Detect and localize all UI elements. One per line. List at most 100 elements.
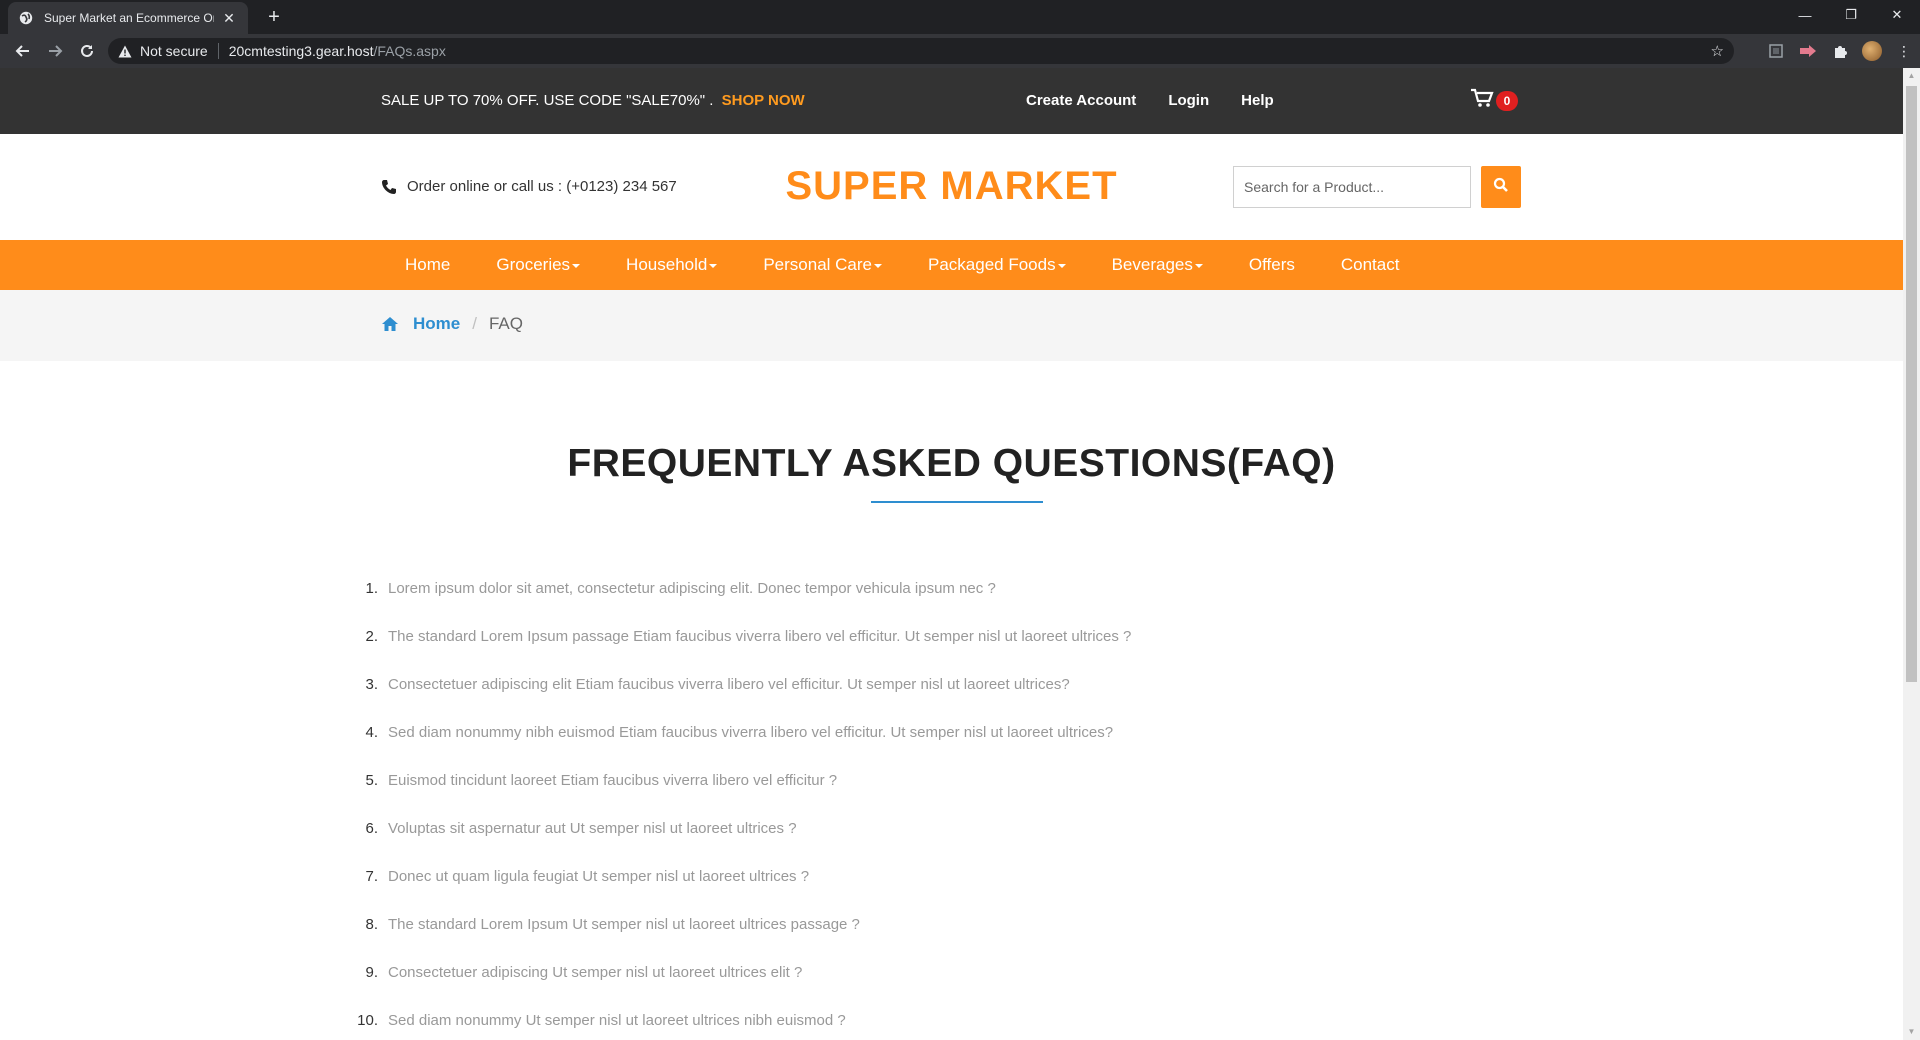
window-controls: — ❐ ✕	[1782, 0, 1920, 30]
extension-icon[interactable]	[1760, 37, 1792, 65]
faq-question[interactable]: Sed diam nonummy Ut semper nisl ut laore…	[388, 1012, 846, 1029]
faq-number: 6.	[365, 820, 378, 837]
puzzle-icon[interactable]	[1824, 37, 1856, 65]
back-arrow-icon[interactable]	[8, 37, 38, 65]
menu-label: Contact	[1340, 255, 1400, 274]
faq-question[interactable]: The standard Lorem Ipsum passage Etiam f…	[388, 628, 1131, 645]
account-links: Create Account Login Help	[1026, 92, 1274, 109]
faq-question[interactable]: Sed diam nonummy nibh euismod Etiam fauc…	[388, 724, 1113, 741]
faq-item[interactable]: 1. Lorem ipsum dolor sit amet, consectetu…	[352, 580, 1131, 628]
menu-item-contact[interactable]: Contact	[1318, 240, 1423, 290]
faq-number: 9.	[365, 964, 378, 981]
home-icon[interactable]	[381, 316, 399, 332]
faq-item[interactable]: 3. Consectetuer adipiscing elit Etiam fau…	[352, 676, 1131, 724]
faq-number: 3.	[365, 676, 378, 693]
close-window-icon[interactable]: ✕	[1874, 0, 1920, 30]
faq-question[interactable]: Euismod tincidunt laoreet Etiam faucibus…	[388, 772, 837, 789]
faq-item[interactable]: 2. The standard Lorem Ipsum passage Etiam…	[352, 628, 1131, 676]
minimize-icon[interactable]: —	[1782, 0, 1828, 30]
extension-arrow-icon[interactable]	[1792, 37, 1824, 65]
page-scrollbar[interactable]: ▲ ▼	[1903, 68, 1920, 1040]
faq-item[interactable]: 6. Voluptas sit aspernatur aut Ut semper …	[352, 820, 1131, 868]
faq-question[interactable]: Donec ut quam ligula feugiat Ut semper n…	[388, 868, 809, 885]
menu-item-household[interactable]: Household	[603, 240, 740, 290]
promo-text: SALE UP TO 70% OFF. USE CODE "SALE70%" .	[381, 92, 714, 109]
menu-label: Household	[626, 255, 708, 274]
new-tab-button[interactable]: +	[262, 6, 286, 30]
menu-label: Offers	[1248, 255, 1295, 274]
cart-icon	[1470, 88, 1494, 113]
breadcrumb: Home / FAQ	[381, 314, 523, 334]
faq-number: 4.	[365, 724, 378, 741]
scroll-up-arrow-icon[interactable]: ▲	[1903, 68, 1920, 84]
site-logo[interactable]: SUPER MARKET	[0, 164, 1903, 209]
caret-down-icon	[1194, 264, 1203, 268]
address-bar[interactable]: Not secure 20cmtesting3.gear.host/FAQs.a…	[108, 38, 1734, 64]
menu-item-beverages[interactable]: Beverages	[1089, 240, 1226, 290]
breadcrumb-separator: /	[472, 314, 477, 333]
omnibox-divider	[217, 43, 219, 59]
browser-tab-strip: Super Market an Ecommerce Onl ✕ + — ❐ ✕	[0, 0, 1920, 34]
search-icon	[1493, 177, 1509, 198]
close-tab-icon[interactable]: ✕	[220, 10, 238, 27]
create-account-link[interactable]: Create Account	[1026, 92, 1136, 109]
faq-number: 2.	[365, 628, 378, 645]
bookmark-star-icon[interactable]: ☆	[1711, 42, 1724, 60]
faq-item[interactable]: 4. Sed diam nonummy nibh euismod Etiam fa…	[352, 724, 1131, 772]
globe-icon	[18, 10, 34, 26]
caret-down-icon	[709, 264, 718, 268]
search-input[interactable]	[1233, 166, 1471, 208]
caret-down-icon	[1057, 264, 1066, 268]
caret-down-icon	[874, 264, 882, 268]
faq-item[interactable]: 5. Euismod tincidunt laoreet Etiam faucib…	[352, 772, 1131, 820]
menu-item-groceries[interactable]: Groceries	[473, 240, 603, 290]
shop-now-link[interactable]: SHOP NOW	[722, 92, 805, 109]
menu-label: Beverages	[1111, 255, 1193, 274]
page: SALE UP TO 70% OFF. USE CODE "SALE70%" .…	[0, 68, 1903, 1040]
menu-item-packaged-foods[interactable]: Packaged Foods	[905, 240, 1089, 290]
site-header: Order online or call us : (+0123) 234 56…	[0, 134, 1903, 240]
extensions-area: ⋮	[1760, 34, 1920, 68]
login-link[interactable]: Login	[1168, 92, 1209, 109]
breadcrumb-home-link[interactable]: Home	[413, 314, 460, 334]
profile-avatar[interactable]	[1862, 41, 1882, 61]
browser-tab[interactable]: Super Market an Ecommerce Onl ✕	[8, 2, 248, 34]
scroll-down-arrow-icon[interactable]: ▼	[1903, 1024, 1920, 1040]
faq-item[interactable]: 7. Donec ut quam ligula feugiat Ut semper…	[352, 868, 1131, 916]
faq-number: 1.	[365, 580, 378, 597]
faq-question[interactable]: Lorem ipsum dolor sit amet, consectetur …	[388, 580, 996, 597]
faq-question[interactable]: Voluptas sit aspernatur aut Ut semper ni…	[388, 820, 797, 837]
caret-down-icon	[572, 264, 581, 268]
scrollbar-thumb[interactable]	[1906, 86, 1917, 682]
more-menu-icon[interactable]: ⋮	[1888, 37, 1920, 65]
search-button[interactable]	[1481, 166, 1521, 208]
url-host: 20cmtesting3.gear.host	[228, 43, 374, 59]
forward-arrow-icon[interactable]	[40, 37, 70, 65]
faq-question[interactable]: The standard Lorem Ipsum Ut semper nisl …	[388, 916, 860, 933]
menu-label: Packaged Foods	[928, 255, 1056, 274]
warning-icon[interactable]	[118, 45, 134, 58]
faq-question[interactable]: Consectetuer adipiscing Ut semper nisl u…	[388, 964, 802, 981]
search-form	[1233, 166, 1521, 208]
promo-topbar: SALE UP TO 70% OFF. USE CODE "SALE70%" .…	[0, 68, 1903, 134]
cart-button[interactable]: 0	[1470, 88, 1518, 113]
menu-label: Home	[405, 255, 451, 274]
faq-item[interactable]: 8. The standard Lorem Ipsum Ut semper nis…	[352, 916, 1131, 964]
browser-toolbar: Not secure 20cmtesting3.gear.host/FAQs.a…	[0, 34, 1920, 68]
main-menu: Home Groceries Household Personal Care P…	[0, 240, 1903, 290]
menu-item-home[interactable]: Home	[382, 240, 473, 290]
title-underline	[871, 501, 1043, 503]
page-viewport: SALE UP TO 70% OFF. USE CODE "SALE70%" .…	[0, 68, 1920, 1040]
faq-item[interactable]: 9. Consectetuer adipiscing Ut semper nisl…	[352, 964, 1131, 1012]
faq-question[interactable]: Consectetuer adipiscing elit Etiam fauci…	[388, 676, 1070, 693]
breadcrumb-current: FAQ	[488, 314, 523, 333]
menu-label: Personal Care	[763, 255, 872, 274]
reload-icon[interactable]	[72, 37, 102, 65]
menu-item-personal-care[interactable]: Personal Care	[740, 240, 905, 290]
help-link[interactable]: Help	[1241, 92, 1274, 109]
restore-icon[interactable]: ❐	[1828, 0, 1874, 30]
faq-item[interactable]: 10. Sed diam nonummy Ut semper nisl ut la…	[352, 1012, 1131, 1040]
faq-number: 10.	[357, 1012, 378, 1029]
menu-item-offers[interactable]: Offers	[1226, 240, 1318, 290]
url-path: /FAQs.aspx	[373, 43, 446, 59]
